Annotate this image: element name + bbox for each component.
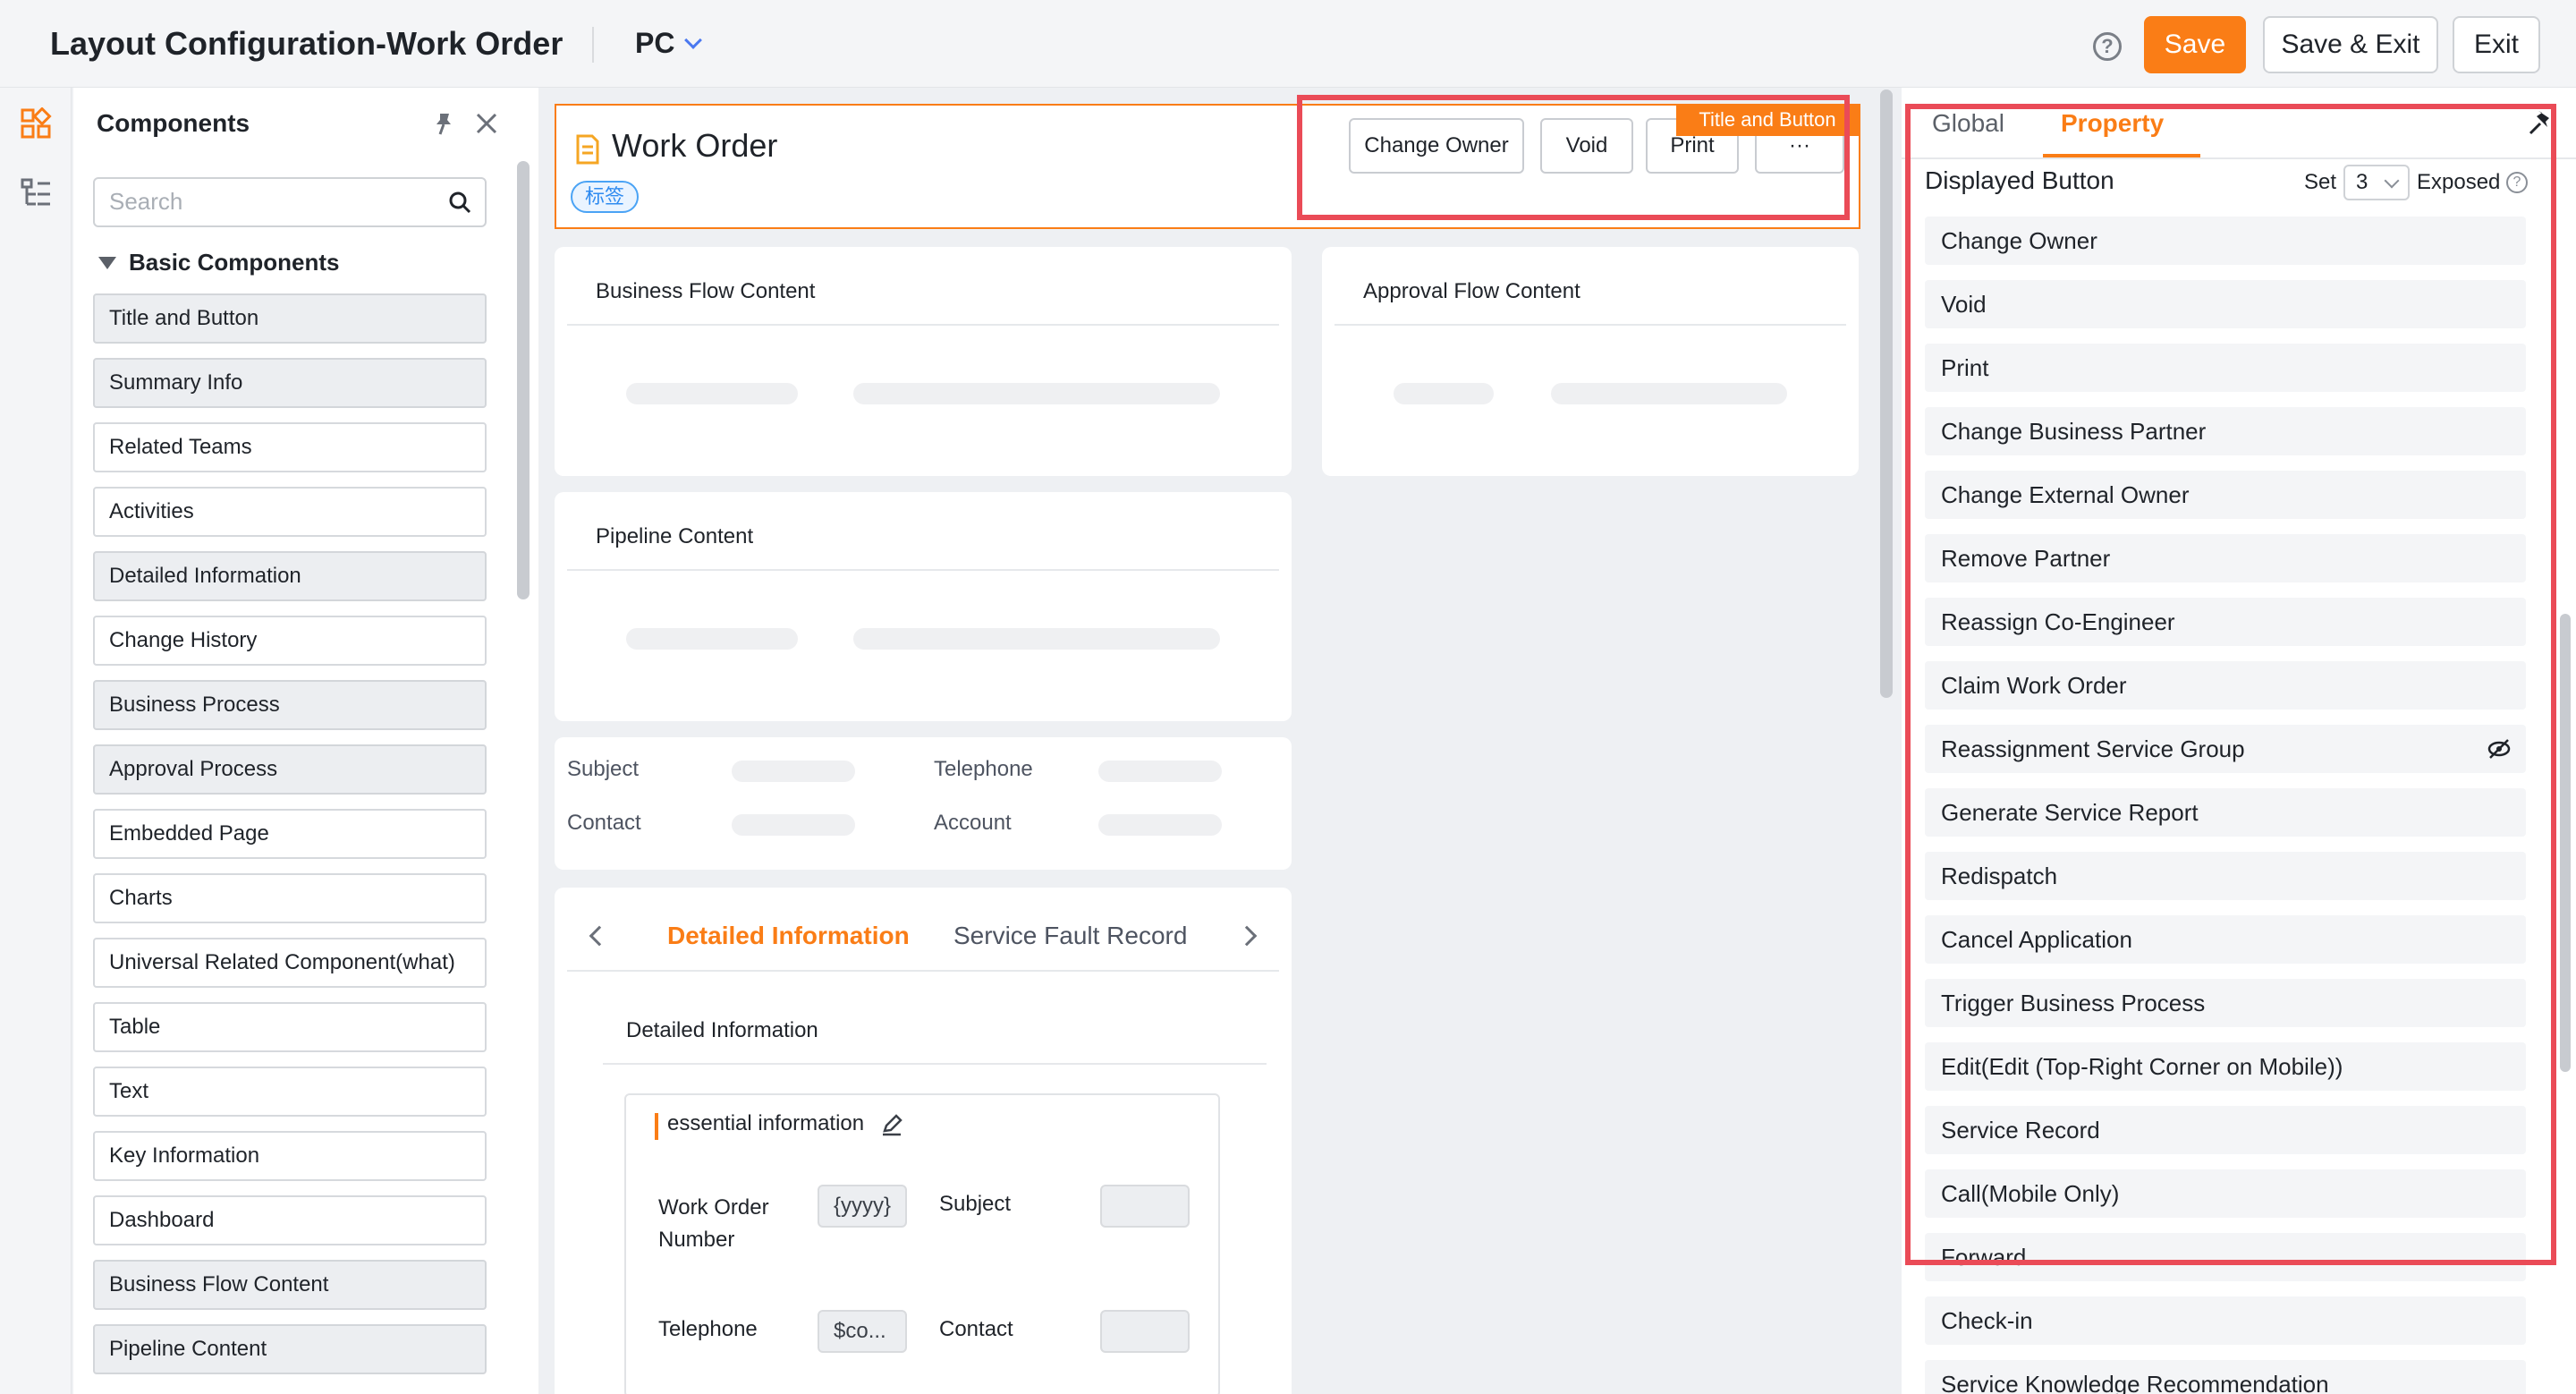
essential-info-box[interactable]: essential information Work Order Number … [624, 1093, 1220, 1394]
divider [567, 970, 1279, 972]
divider [1335, 324, 1846, 326]
caret-down-icon [98, 256, 116, 269]
summary-field-telephone: Telephone [934, 757, 1033, 781]
exit-button[interactable]: Exit [2453, 16, 2540, 73]
record-title: Work Order [612, 127, 778, 164]
work-order-number-input[interactable]: {yyyy} [818, 1185, 907, 1228]
components-grid-icon[interactable] [20, 107, 52, 140]
component-item-title-and-button[interactable]: Title and Button [93, 293, 487, 344]
section-accent-bar [655, 1113, 658, 1140]
button-item-label: Service Knowledge Recommendation [1941, 1371, 2329, 1394]
component-item-table[interactable]: Table [93, 1002, 487, 1052]
components-scrollbar[interactable] [517, 161, 530, 599]
save-exit-button[interactable]: Save & Exit [2263, 16, 2438, 73]
edit-icon[interactable] [880, 1113, 903, 1136]
business-flow-card[interactable]: Business Flow Content [555, 247, 1292, 476]
summary-field-subject: Subject [567, 757, 640, 781]
help-icon[interactable]: ? [2093, 32, 2122, 61]
placeholder-bar [732, 761, 855, 782]
search-input[interactable] [109, 179, 440, 224]
component-item-activities[interactable]: Activities [93, 487, 487, 537]
pin-icon[interactable] [431, 111, 456, 136]
top-header: Layout Configuration-Work Order PC ? Sav… [0, 0, 2576, 88]
platform-select[interactable]: PC [635, 27, 703, 60]
placeholder-bar [626, 628, 798, 650]
canvas-scrollbar[interactable] [1880, 89, 1893, 698]
telephone-label: Telephone [658, 1317, 758, 1341]
component-item-summary-info[interactable]: Summary Info [93, 358, 487, 408]
telephone-input[interactable]: $co... [818, 1310, 907, 1353]
approval-flow-title: Approval Flow Content [1363, 279, 1580, 303]
button-item-check-in[interactable]: Check-in [1925, 1296, 2526, 1345]
summary-field-account: Account [934, 811, 1012, 835]
component-item-charts[interactable]: Charts [93, 873, 487, 923]
component-item-text[interactable]: Text [93, 1067, 487, 1117]
divider [603, 1063, 1267, 1065]
summary-info-card[interactable]: Subject Telephone Contact Account [555, 737, 1292, 870]
essential-info-title: essential information [667, 1111, 865, 1135]
contact-label: Contact [939, 1317, 1013, 1341]
save-button[interactable]: Save [2144, 16, 2246, 73]
component-item-universal-related[interactable]: Universal Related Component(what) [93, 938, 487, 988]
chevron-right-icon[interactable] [1236, 925, 1258, 947]
left-icon-rail [0, 88, 72, 1394]
group-label: Basic Components [129, 249, 340, 276]
property-panel-scrollbar[interactable] [2560, 614, 2571, 1072]
subject-input[interactable] [1100, 1185, 1190, 1228]
highlight-box-property [1905, 104, 2556, 1265]
pipeline-title: Pipeline Content [596, 524, 754, 548]
component-item-detailed-information[interactable]: Detailed Information [93, 551, 487, 601]
subject-label: Subject [939, 1192, 1012, 1216]
component-item-key-information[interactable]: Key Information [93, 1131, 487, 1181]
summary-field-contact: Contact [567, 811, 641, 835]
contact-input[interactable] [1100, 1310, 1190, 1353]
divider [567, 569, 1279, 571]
business-flow-title: Business Flow Content [596, 279, 816, 303]
search-box [93, 177, 487, 227]
placeholder-bar [853, 628, 1220, 650]
button-item-label: Check-in [1941, 1307, 2033, 1334]
highlight-box-buttons [1297, 95, 1850, 220]
placeholder-bar [853, 383, 1220, 404]
component-item-embedded-page[interactable]: Embedded Page [93, 809, 487, 859]
components-title: Components [97, 109, 250, 137]
detail-section-title: Detailed Information [626, 1018, 818, 1042]
component-item-related-teams[interactable]: Related Teams [93, 422, 487, 472]
tab-service-fault-record[interactable]: Service Fault Record [953, 922, 1187, 950]
component-item-business-flow-content[interactable]: Business Flow Content [93, 1260, 487, 1310]
divider [567, 324, 1279, 326]
placeholder-bar [626, 383, 798, 404]
work-order-number-label: Work Order Number [658, 1195, 769, 1252]
search-icon[interactable] [447, 190, 472, 215]
tab-detailed-information[interactable]: Detailed Information [667, 922, 910, 950]
component-item-dashboard[interactable]: Dashboard [93, 1195, 487, 1245]
page-title: Layout Configuration-Work Order [50, 25, 564, 62]
component-item-approval-process[interactable]: Approval Process [93, 744, 487, 795]
placeholder-bar [1098, 814, 1222, 836]
placeholder-bar [1394, 383, 1494, 404]
record-tag: 标签 [571, 181, 640, 213]
component-item-business-process[interactable]: Business Process [93, 680, 487, 730]
components-panel: Components Basic Components Title and Bu… [73, 88, 538, 1394]
chevron-down-icon [684, 30, 703, 49]
placeholder-bar [1098, 761, 1222, 782]
placeholder-bar [1551, 383, 1787, 404]
platform-label: PC [635, 27, 675, 59]
header-divider [592, 27, 594, 63]
button-item-service-knowledge-recommendation[interactable]: Service Knowledge Recommendation [1925, 1360, 2526, 1394]
component-list: Title and Button Summary Info Related Te… [93, 293, 487, 1389]
document-icon [576, 134, 599, 165]
approval-flow-card[interactable]: Approval Flow Content [1322, 247, 1859, 476]
placeholder-bar [732, 814, 855, 836]
tree-structure-icon[interactable] [20, 177, 52, 209]
component-item-pipeline-content[interactable]: Pipeline Content [93, 1324, 487, 1374]
close-icon[interactable] [474, 111, 499, 136]
basic-components-group[interactable]: Basic Components [98, 249, 340, 276]
chevron-left-icon[interactable] [589, 925, 610, 947]
component-item-change-history[interactable]: Change History [93, 616, 487, 666]
pipeline-card[interactable]: Pipeline Content [555, 492, 1292, 721]
